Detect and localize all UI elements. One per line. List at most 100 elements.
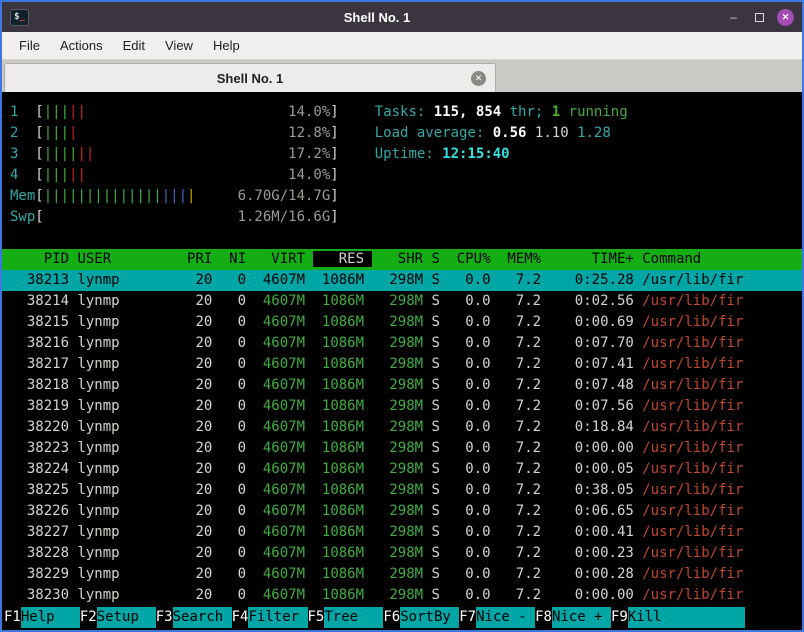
tab-close-icon[interactable]: ✕ xyxy=(471,70,486,86)
cell-virt: 4607M xyxy=(254,566,314,582)
cell-virt: 4607M xyxy=(254,545,314,561)
cell-shr: 298M xyxy=(372,398,432,414)
column-header-cpu[interactable]: CPU% xyxy=(448,251,499,267)
cell-virt: 4607M xyxy=(254,587,314,603)
cell-res: 1086M xyxy=(313,545,373,561)
load-one: 0.56 xyxy=(492,125,535,141)
cell-res: 1086M xyxy=(313,356,373,372)
cpu-meter-1-ticks: ||||| xyxy=(44,102,86,123)
titlebar[interactable]: $ _ Shell No. 1 – ✕ xyxy=(2,2,802,32)
fkey-f9-kill[interactable]: F9 Kill xyxy=(611,607,687,628)
fkey-f4-filter[interactable]: F4 Filter xyxy=(232,607,308,628)
menu-help[interactable]: Help xyxy=(204,34,249,57)
cpu-meter-4-value: 14.0% xyxy=(288,167,331,183)
process-row[interactable]: 38215 lynmp 20 0 4607M 1086M 298M S 0.0 … xyxy=(2,312,802,333)
process-table-header: PID USER PRI NI VIRT RES SHR S CPU% MEM%… xyxy=(2,249,802,270)
fkey-action-label: Nice - xyxy=(476,607,536,628)
fkey-f5-tree[interactable]: F5 Tree xyxy=(308,607,384,628)
process-row[interactable]: 38229 lynmp 20 0 4607M 1086M 298M S 0.0 … xyxy=(2,564,802,585)
column-header-pri[interactable]: PRI xyxy=(187,251,221,267)
cell-ni: 0 xyxy=(220,419,255,435)
cell-s: S xyxy=(431,377,449,393)
process-row-selected[interactable]: 38213 lynmp 20 0 4607M 1086M 298M S 0.0 … xyxy=(2,270,802,291)
column-header-pid[interactable]: PID xyxy=(10,251,77,267)
cell-user: lynmp xyxy=(77,335,188,351)
process-table-body: 38213 lynmp 20 0 4607M 1086M 298M S 0.0 … xyxy=(2,270,802,606)
process-row[interactable]: 38230 lynmp 20 0 4607M 1086M 298M S 0.0 … xyxy=(2,585,802,606)
cpu-meter-3-label: 3 xyxy=(10,146,36,162)
process-row[interactable]: 38217 lynmp 20 0 4607M 1086M 298M S 0.0 … xyxy=(2,354,802,375)
process-row[interactable]: 38223 lynmp 20 0 4607M 1086M 298M S 0.0 … xyxy=(2,438,802,459)
menu-edit[interactable]: Edit xyxy=(114,34,154,57)
terminal-screen[interactable]: 1 [||||| 14.0%] 2 [|||| 12.8%] 3 [|||||| 17.2… xyxy=(2,92,802,630)
maximize-button[interactable] xyxy=(751,9,768,26)
menubar: File Actions Edit View Help xyxy=(2,32,802,60)
tab-shell[interactable]: Shell No. 1 ✕ xyxy=(4,63,496,92)
fkey-key-label: F1 xyxy=(4,609,21,625)
uptime-line: Uptime: 12:15:40 xyxy=(375,144,628,165)
column-header-virt[interactable]: VIRT xyxy=(254,251,313,267)
column-header-mem[interactable]: MEM% xyxy=(499,251,550,267)
cell-shr: 298M xyxy=(372,356,432,372)
close-button[interactable]: ✕ xyxy=(777,8,794,26)
menu-actions[interactable]: Actions xyxy=(51,34,112,57)
process-row[interactable]: 38218 lynmp 20 0 4607M 1086M 298M S 0.0 … xyxy=(2,375,802,396)
cell-res: 1086M xyxy=(313,524,373,540)
fkey-f7-nice[interactable]: F7 Nice - xyxy=(459,607,536,628)
cell-time: 0:02.56 xyxy=(549,293,643,309)
process-row[interactable]: 38224 lynmp 20 0 4607M 1086M 298M S 0.0 … xyxy=(2,459,802,480)
thr-label: thr; xyxy=(509,104,552,120)
process-row[interactable]: 38228 lynmp 20 0 4607M 1086M 298M S 0.0 … xyxy=(2,543,802,564)
cell-ni: 0 xyxy=(220,503,255,519)
meter-bracket-close: ] xyxy=(330,209,339,225)
column-header-command[interactable]: Command xyxy=(642,251,701,267)
cell-cpu: 0.0 xyxy=(448,356,499,372)
cell-cpu: 0.0 xyxy=(448,587,499,603)
cpu-meter-1-bar: ||||| 14.0% xyxy=(44,102,331,123)
column-header-time[interactable]: TIME+ xyxy=(550,251,643,267)
menu-view[interactable]: View xyxy=(156,34,202,57)
cell-cpu: 0.0 xyxy=(448,545,499,561)
column-header-res[interactable]: RES xyxy=(313,251,373,267)
load-average-label: Load average: xyxy=(374,125,493,141)
fkey-f8-nice[interactable]: F8 Nice + xyxy=(535,607,611,628)
cell-time: 0:25.28 xyxy=(549,272,643,288)
minimize-button[interactable]: – xyxy=(725,9,742,26)
process-row[interactable]: 38214 lynmp 20 0 4607M 1086M 298M S 0.0 … xyxy=(2,291,802,312)
cell-cpu: 0.0 xyxy=(448,335,499,351)
column-header-ni[interactable]: NI xyxy=(221,251,255,267)
fkey-f2-setup[interactable]: F2 Setup xyxy=(80,607,156,628)
load-five: 1.10 xyxy=(534,125,578,141)
process-row[interactable]: 38227 lynmp 20 0 4607M 1086M 298M S 0.0 … xyxy=(2,522,802,543)
cell-cpu: 0.0 xyxy=(448,482,499,498)
cell-ni: 0 xyxy=(220,314,255,330)
column-header-user[interactable]: USER xyxy=(77,251,187,267)
cell-time: 0:07.56 xyxy=(549,398,643,414)
cell-user: lynmp xyxy=(77,482,188,498)
process-row[interactable]: 38219 lynmp 20 0 4607M 1086M 298M S 0.0 … xyxy=(2,396,802,417)
process-row[interactable]: 38220 lynmp 20 0 4607M 1086M 298M S 0.0 … xyxy=(2,417,802,438)
cell-pid: 38225 xyxy=(10,482,78,498)
fkey-f6-sortby[interactable]: F6 SortBy xyxy=(383,607,460,628)
fkey-f3-search[interactable]: F3 Search xyxy=(156,607,232,628)
memory-meter-value: 6.70G/14.7G xyxy=(237,188,331,204)
meter-tick-red: || xyxy=(69,104,86,120)
cell-ni: 0 xyxy=(220,587,255,603)
fkey-f1-help[interactable]: F1 Help xyxy=(4,607,80,628)
fkey-action-label: Tree xyxy=(324,607,384,628)
process-row[interactable]: 38216 lynmp 20 0 4607M 1086M 298M S 0.0 … xyxy=(2,333,802,354)
uptime-value: 12:15:40 xyxy=(442,146,510,162)
meters-panel: 1 [||||| 14.0%] 2 [|||| 12.8%] 3 [|||||| 17.2… xyxy=(10,102,339,228)
column-header-shr[interactable]: SHR xyxy=(372,251,431,267)
column-header-s[interactable]: S xyxy=(432,251,449,267)
meter-tick-green: ||| xyxy=(43,167,70,183)
menu-file[interactable]: File xyxy=(10,34,49,57)
process-row[interactable]: 38226 lynmp 20 0 4607M 1086M 298M S 0.0 … xyxy=(2,501,802,522)
meter-tick-green: ||| xyxy=(43,104,70,120)
cell-pri: 20 xyxy=(187,440,221,456)
cell-time: 0:00.05 xyxy=(549,461,643,477)
cell-user: lynmp xyxy=(77,314,188,330)
tasks-count: 115, xyxy=(433,104,476,120)
process-row[interactable]: 38225 lynmp 20 0 4607M 1086M 298M S 0.0 … xyxy=(2,480,802,501)
cell-ni: 0 xyxy=(220,461,255,477)
